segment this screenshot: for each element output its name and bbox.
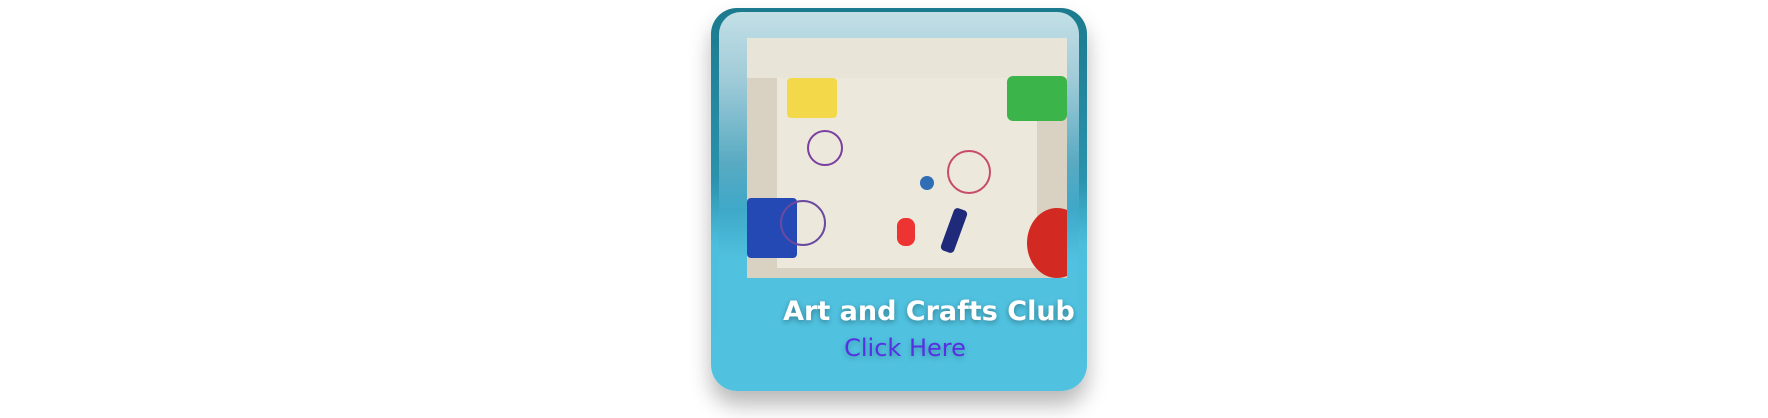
photo-dreamcatcher-2: [947, 150, 991, 194]
photo-yellow-paper: [787, 78, 837, 118]
photo-floor: [747, 38, 1067, 78]
card-inner: Art and Crafts Club Click Here: [719, 12, 1079, 391]
card-title: Art and Crafts Club: [783, 296, 1075, 327]
photo-hoop: [780, 200, 826, 246]
photo-cup: [897, 218, 915, 246]
click-here-link[interactable]: Click Here: [719, 334, 1079, 362]
club-card[interactable]: Art and Crafts Club Click Here: [711, 8, 1087, 391]
photo-green-paper: [1007, 76, 1067, 121]
photo-dreamcatcher: [807, 130, 843, 166]
photo-ball: [920, 176, 934, 190]
club-photo: [747, 38, 1067, 278]
